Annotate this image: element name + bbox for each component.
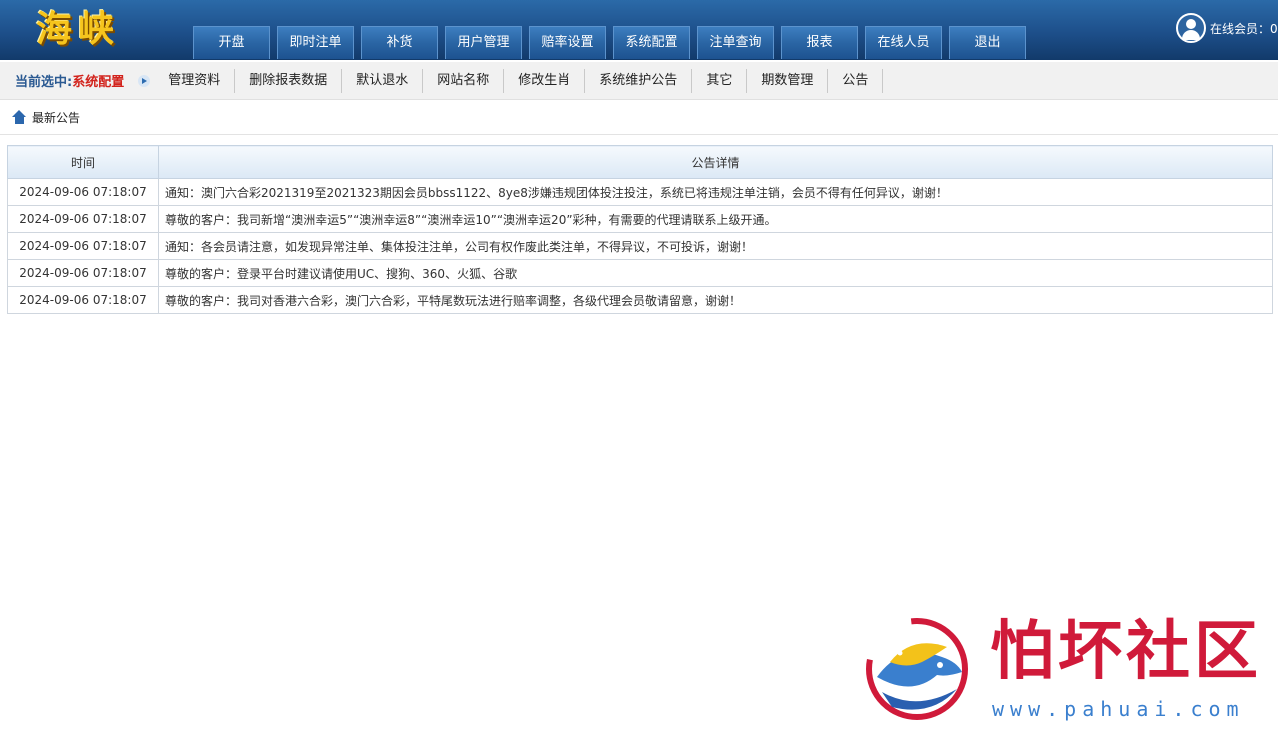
table-row: 2024-09-06 07:18:07 通知：澳门六合彩2021319至2021… bbox=[7, 178, 1273, 206]
online-members-label: 在线会员：0 bbox=[1210, 21, 1278, 36]
announcement-table: 时间 公告详情 2024-09-06 07:18:07 通知：澳门六合彩2021… bbox=[7, 145, 1273, 314]
page-title: 最新公告 bbox=[32, 110, 81, 125]
nav-system-config[interactable]: 系统配置 bbox=[613, 26, 690, 59]
sub-item-default-rebate[interactable]: 默认退水 bbox=[342, 68, 424, 93]
announcement-table-wrap: 时间 公告详情 2024-09-06 07:18:07 通知：澳门六合彩2021… bbox=[7, 145, 1273, 314]
nav-odds-settings[interactable]: 赔率设置 bbox=[529, 26, 606, 59]
nav-open-market[interactable]: 开盘 bbox=[193, 26, 270, 59]
arrow-right-icon bbox=[138, 74, 151, 87]
table-row: 2024-09-06 07:18:07 尊敬的客户：我司对香港六合彩，澳门六合彩… bbox=[7, 286, 1273, 314]
table-row: 2024-09-06 07:18:07 通知：各会员请注意，如发现异常注单、集体… bbox=[7, 232, 1273, 260]
cell-time: 2024-09-06 07:18:07 bbox=[7, 286, 159, 314]
sub-item-site-name[interactable]: 网站名称 bbox=[423, 68, 505, 93]
nav-reports[interactable]: 报表 bbox=[781, 26, 858, 59]
header-detail: 公告详情 bbox=[158, 145, 1273, 179]
breadcrumb: 最新公告 bbox=[0, 100, 1278, 135]
sub-item-edit-zodiac[interactable]: 修改生肖 bbox=[504, 68, 586, 93]
main-nav: 开盘 即时注单 补货 用户管理 赔率设置 系统配置 注单查询 报表 在线人员 退… bbox=[193, 26, 1033, 60]
sub-item-maintenance-notice[interactable]: 系统维护公告 bbox=[585, 68, 693, 93]
home-icon bbox=[12, 110, 27, 124]
online-members[interactable]: 在线会员：0 bbox=[1176, 12, 1278, 44]
cell-time: 2024-09-06 07:18:07 bbox=[7, 232, 159, 260]
cell-detail: 通知：澳门六合彩2021319至2021323期因会员bbss1122、8ye8… bbox=[158, 178, 1273, 206]
current-selection-value: 系统配置 bbox=[72, 75, 125, 90]
watermark: 怕坏社区 www.pahuai.com bbox=[862, 615, 1262, 725]
site-logo: 海峡 bbox=[36, 8, 121, 50]
nav-bet-query[interactable]: 注单查询 bbox=[697, 26, 774, 59]
sub-item-period-management[interactable]: 期数管理 bbox=[747, 68, 829, 93]
user-avatar-icon bbox=[1176, 13, 1206, 43]
cell-detail: 尊敬的客户：登录平台时建议请使用UC、搜狗、360、火狐、谷歌 bbox=[158, 259, 1273, 287]
watermark-url: www.pahuai.com bbox=[992, 697, 1245, 721]
table-row: 2024-09-06 07:18:07 尊敬的客户：登录平台时建议请使用UC、搜… bbox=[7, 259, 1273, 287]
header-time: 时间 bbox=[7, 145, 159, 179]
current-selection-label: 当前选中: bbox=[15, 75, 73, 90]
fish-logo-icon bbox=[866, 618, 968, 720]
sub-item-delete-report-data[interactable]: 删除报表数据 bbox=[235, 68, 343, 93]
sub-item-announcements[interactable]: 公告 bbox=[828, 68, 884, 93]
table-row: 2024-09-06 07:18:07 尊敬的客户：我司新增“澳洲幸运5”“澳洲… bbox=[7, 205, 1273, 233]
cell-detail: 尊敬的客户：我司对香港六合彩，澳门六合彩，平特尾数玩法进行赔率调整，各级代理会员… bbox=[158, 286, 1273, 314]
nav-restock[interactable]: 补货 bbox=[361, 26, 438, 59]
sub-item-admin-profile[interactable]: 管理资料 bbox=[154, 68, 236, 93]
cell-time: 2024-09-06 07:18:07 bbox=[7, 259, 159, 287]
sub-item-other[interactable]: 其它 bbox=[692, 68, 748, 93]
cell-detail: 通知：各会员请注意，如发现异常注单、集体投注注单，公司有权作废此类注单，不得异议… bbox=[158, 232, 1273, 260]
sub-nav: 当前选中: 系统配置 管理资料 删除报表数据 默认退水 网站名称 修改生肖 系统… bbox=[0, 62, 1278, 100]
top-header: 海峡 开盘 即时注单 补货 用户管理 赔率设置 系统配置 注单查询 报表 在线人… bbox=[0, 0, 1278, 60]
watermark-title: 怕坏社区 bbox=[990, 614, 1262, 689]
nav-online-users[interactable]: 在线人员 bbox=[865, 26, 942, 59]
cell-time: 2024-09-06 07:18:07 bbox=[7, 205, 159, 233]
nav-logout[interactable]: 退出 bbox=[949, 26, 1026, 59]
nav-user-management[interactable]: 用户管理 bbox=[445, 26, 522, 59]
nav-live-bets[interactable]: 即时注单 bbox=[277, 26, 354, 59]
cell-time: 2024-09-06 07:18:07 bbox=[7, 178, 159, 206]
table-header-row: 时间 公告详情 bbox=[7, 145, 1273, 179]
cell-detail: 尊敬的客户：我司新增“澳洲幸运5”“澳洲幸运8”“澳洲幸运10”“澳洲幸运20”… bbox=[158, 205, 1273, 233]
